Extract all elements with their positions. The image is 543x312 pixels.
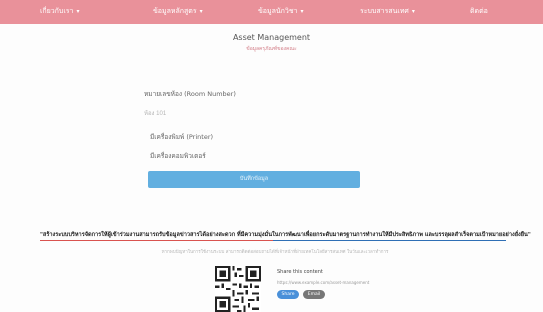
- room-number-input[interactable]: [144, 107, 358, 121]
- nav-item-contact[interactable]: ติดต่อ: [470, 6, 488, 17]
- top-navbar: เกี่ยวกับเรา ▾ ข้อมูลหลักสูตร ▾ ข้อมูลนักว…: [0, 0, 543, 24]
- nav-item-students[interactable]: ข้อมูลนักวิชา ▾: [258, 6, 304, 17]
- submit-button[interactable]: บันทึกข้อมูล: [148, 171, 360, 188]
- nav-item-label: ติดต่อ: [470, 7, 488, 15]
- chevron-down-icon: ▾: [199, 8, 203, 15]
- nav-item-curriculum[interactable]: ข้อมูลหลักสูตร ▾: [153, 6, 203, 17]
- share-url[interactable]: https://www.example.com/asset-management: [277, 280, 369, 285]
- share-title: Share this content: [277, 269, 323, 275]
- room-number-label: หมายเลขห้อง (Room Number): [144, 90, 236, 98]
- nav-item-label: ข้อมูลนักวิชา: [258, 7, 298, 15]
- page-subtitle: ข้อมูลครุภัณฑ์ของคณะ: [246, 46, 297, 52]
- nav-item-info-systems[interactable]: ระบบสารสนเทศ ▾: [360, 6, 415, 17]
- nav-item-label: เกี่ยวกับเรา: [40, 7, 74, 15]
- page-title: Asset Management: [232, 33, 311, 42]
- share-button[interactable]: Share: [277, 290, 299, 299]
- option-printer[interactable]: มีเครื่องพิมพ์ (Printer): [150, 132, 213, 142]
- footer-notice: "สร้างระบบบริหารจัดการให้ผู้เข้าร่วมงานส…: [40, 232, 531, 238]
- nav-item-about[interactable]: เกี่ยวกับเรา ▾: [40, 6, 79, 17]
- chevron-down-icon: ▾: [76, 8, 80, 15]
- nav-item-label: ระบบสารสนเทศ: [360, 7, 409, 15]
- chevron-down-icon: ▾: [300, 8, 304, 15]
- notice-divider-blue: [273, 240, 506, 241]
- email-button[interactable]: Email: [303, 290, 325, 299]
- footer-note: หากพบปัญหาในการใช้งานระบบ สามารถติดต่อสอ…: [161, 250, 389, 255]
- option-computer[interactable]: มีเครื่องคอมพิวเตอร์: [150, 151, 206, 161]
- notice-divider-red: [40, 240, 273, 241]
- nav-item-label: ข้อมูลหลักสูตร: [153, 7, 197, 15]
- qr-code: [215, 266, 261, 312]
- chevron-down-icon: ▾: [411, 8, 415, 15]
